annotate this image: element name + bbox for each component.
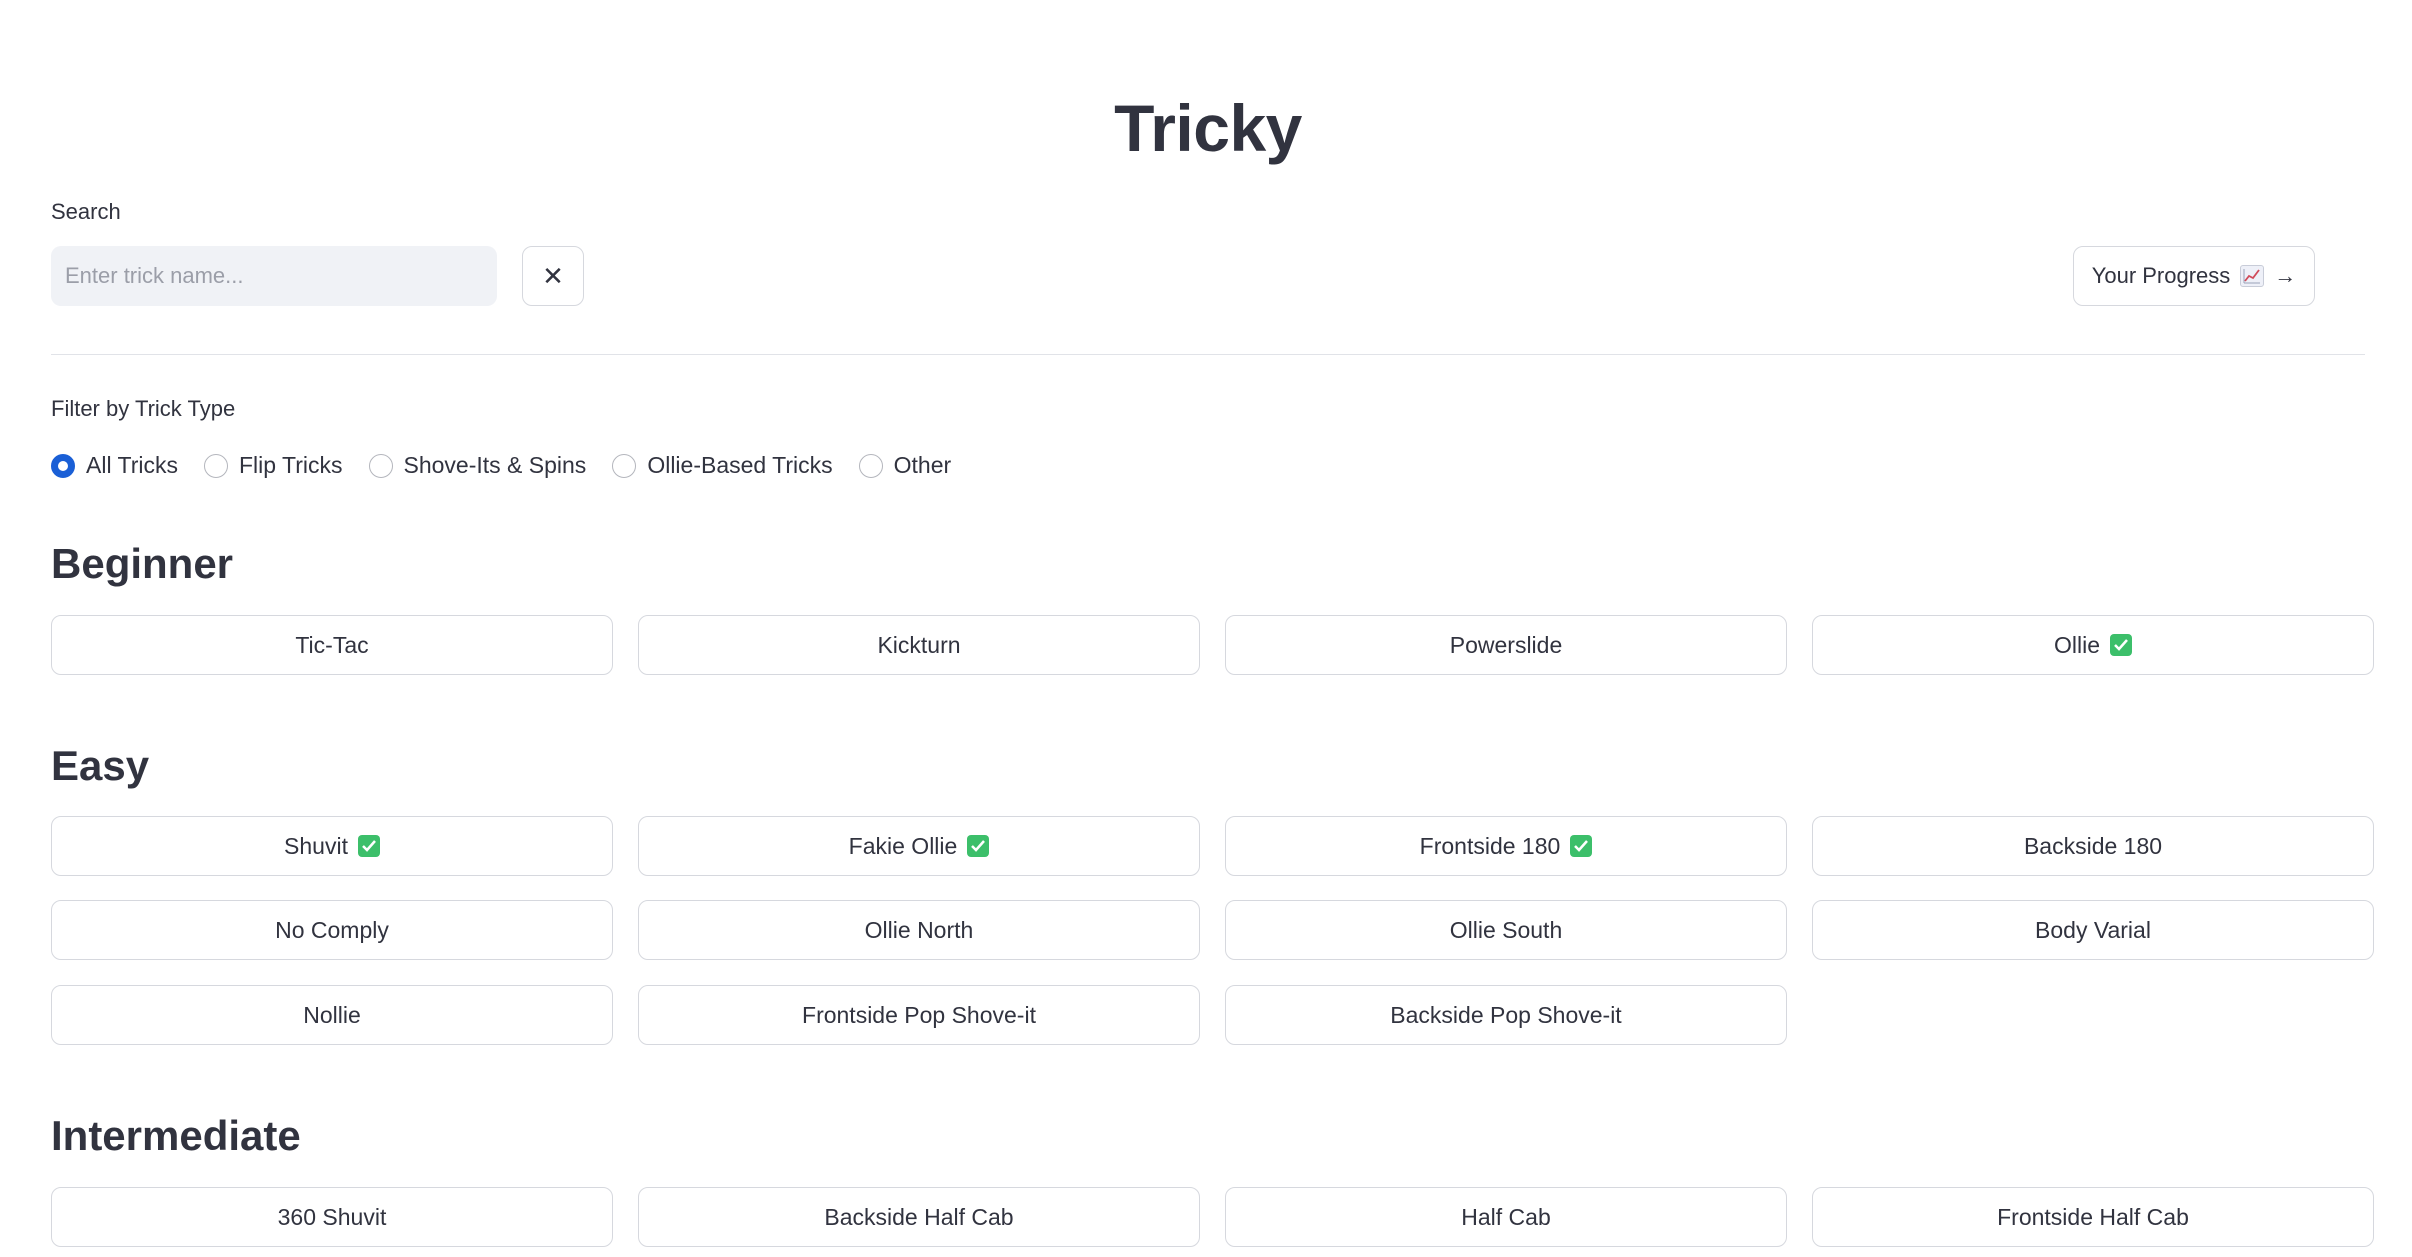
trick-button[interactable]: Ollie South: [1225, 900, 1787, 960]
trick-button[interactable]: Frontside Pop Shove-it: [638, 985, 1200, 1045]
radio-button[interactable]: [368, 453, 393, 478]
trick-name: Ollie: [2053, 631, 2100, 658]
radio-button-selected[interactable]: [51, 453, 75, 478]
checkmark-icon: [967, 835, 990, 857]
filter-label: Filter by Trick Type: [51, 396, 236, 421]
trick-button[interactable]: Ollie: [1812, 615, 2374, 675]
radio-other[interactable]: Other: [858, 452, 952, 479]
trick-name: Powerslide: [1449, 631, 1563, 658]
section-heading-easy: Easy: [51, 742, 150, 789]
trick-name: Frontside Half Cab: [1997, 1203, 2189, 1230]
trick-name: Tic-Tac: [295, 631, 369, 658]
divider: [51, 354, 2365, 355]
trick-button[interactable]: Half Cab: [1225, 1187, 1787, 1247]
trick-name: Fakie Ollie: [848, 832, 958, 859]
trick-name: Backside 180: [2023, 832, 2163, 859]
radio-label: All Tricks: [86, 452, 178, 478]
trick-type-radio-group: All Tricks Flip Tricks Shove-Its & Spins…: [51, 452, 977, 479]
section-heading-beginner: Beginner: [51, 540, 234, 587]
trick-button[interactable]: No Comply: [51, 900, 613, 960]
trick-button[interactable]: Frontside Half Cab: [1812, 1187, 2374, 1247]
trick-button[interactable]: Tic-Tac: [51, 615, 613, 675]
radio-label: Flip Tricks: [239, 452, 343, 478]
section-heading-intermediate: Intermediate: [51, 1112, 301, 1159]
trick-name: Kickturn: [877, 631, 961, 658]
checkmark-icon: [357, 835, 380, 857]
trick-name: Backside Pop Shove-it: [1390, 1001, 1622, 1028]
checkmark-icon: [1570, 835, 1593, 857]
trick-name: Ollie South: [1449, 916, 1563, 943]
trick-button[interactable]: Nollie: [51, 985, 613, 1045]
radio-label: Ollie-Based Tricks: [647, 452, 833, 478]
trick-name: No Comply: [275, 916, 389, 943]
radio-shove-its-spins[interactable]: Shove-Its & Spins: [368, 452, 587, 479]
radio-button[interactable]: [204, 453, 228, 478]
radio-button[interactable]: [612, 453, 637, 478]
trick-button[interactable]: Backside 180: [1812, 816, 2374, 876]
trick-button[interactable]: Backside Half Cab: [638, 1187, 1200, 1247]
trick-button[interactable]: Fakie Ollie: [638, 816, 1200, 876]
your-progress-button[interactable]: Your Progress →: [2073, 246, 2315, 306]
trick-button[interactable]: Frontside 180: [1225, 816, 1787, 876]
trick-button[interactable]: Body Varial: [1812, 900, 2374, 960]
trick-name: 360 Shuvit: [277, 1203, 387, 1230]
trick-button[interactable]: Backside Pop Shove-it: [1225, 985, 1787, 1045]
arrow-right-icon: →: [2274, 263, 2297, 288]
radio-label: Shove-Its & Spins: [403, 452, 587, 478]
chart-increasing-icon: [2240, 265, 2265, 287]
trick-button[interactable]: 360 Shuvit: [51, 1187, 613, 1247]
clear-search-button[interactable]: ✕: [522, 246, 584, 306]
trick-button[interactable]: Kickturn: [638, 615, 1200, 675]
page-title: Tricky: [1114, 91, 1302, 165]
close-icon: ✕: [542, 260, 564, 291]
radio-all-tricks[interactable]: All Tricks: [51, 452, 178, 479]
checkmark-icon: [2110, 634, 2132, 656]
trick-name: Frontside Pop Shove-it: [802, 1001, 1036, 1028]
trick-button[interactable]: Shuvit: [51, 816, 613, 876]
radio-label: Other: [893, 452, 952, 478]
radio-button[interactable]: [858, 453, 883, 478]
trick-name: Shuvit: [284, 832, 348, 859]
trick-name: Nollie: [303, 1001, 361, 1028]
trick-name: Ollie North: [864, 916, 974, 943]
trick-button[interactable]: Ollie North: [638, 900, 1200, 960]
trick-name: Backside Half Cab: [824, 1203, 1014, 1230]
trick-button[interactable]: Powerslide: [1225, 615, 1787, 675]
search-label: Search: [51, 199, 121, 224]
trick-name: Half Cab: [1461, 1203, 1551, 1230]
radio-ollie-based-tricks[interactable]: Ollie-Based Tricks: [612, 452, 833, 479]
trick-name: Frontside 180: [1419, 832, 1561, 859]
radio-flip-tricks[interactable]: Flip Tricks: [204, 452, 343, 479]
trick-name: Body Varial: [2035, 916, 2151, 943]
search-input[interactable]: [51, 246, 497, 306]
progress-button-label: Your Progress: [2091, 263, 2231, 288]
